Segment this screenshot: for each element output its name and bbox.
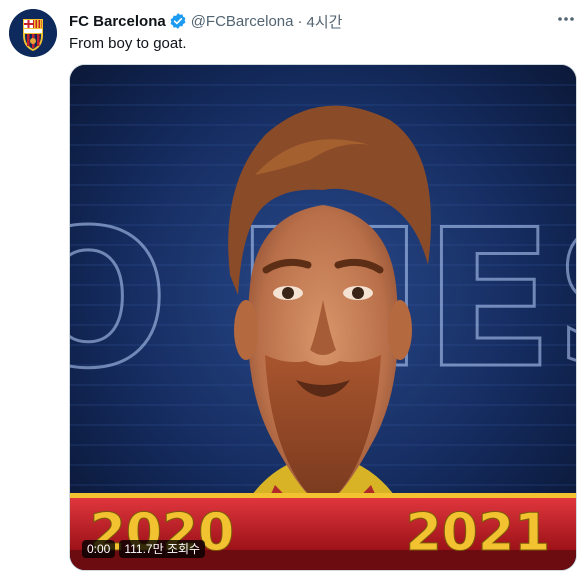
tweet-time[interactable]: 4시간 [306, 11, 342, 32]
video-player[interactable]: LEO MESSI 2020 2021 0:00 [69, 64, 577, 571]
video-overlay: 0:00 111.7만 조회수 [82, 540, 206, 558]
verified-badge-icon [169, 12, 187, 30]
author-handle[interactable]: @FCBarcelona [191, 13, 294, 30]
more-options-icon[interactable] [555, 10, 577, 28]
tweet-header: FC Barcelona @FCBarcelona · 4시간 [69, 11, 342, 31]
author-name[interactable]: FC Barcelona [69, 13, 166, 30]
tweet-text: From boy to goat. [69, 35, 187, 52]
year-label-right: 2021 [406, 503, 551, 563]
tweet[interactable]: FC Barcelona @FCBarcelona · 4시간 From boy… [0, 0, 587, 580]
separator-dot: · [297, 12, 303, 30]
fc-barcelona-crest-icon [9, 9, 57, 57]
view-count: 111.7만 조회수 [119, 540, 206, 558]
video-timestamp: 0:00 [82, 540, 116, 558]
video-frame: LEO MESSI 2020 2021 [70, 65, 576, 570]
avatar[interactable] [9, 9, 57, 57]
